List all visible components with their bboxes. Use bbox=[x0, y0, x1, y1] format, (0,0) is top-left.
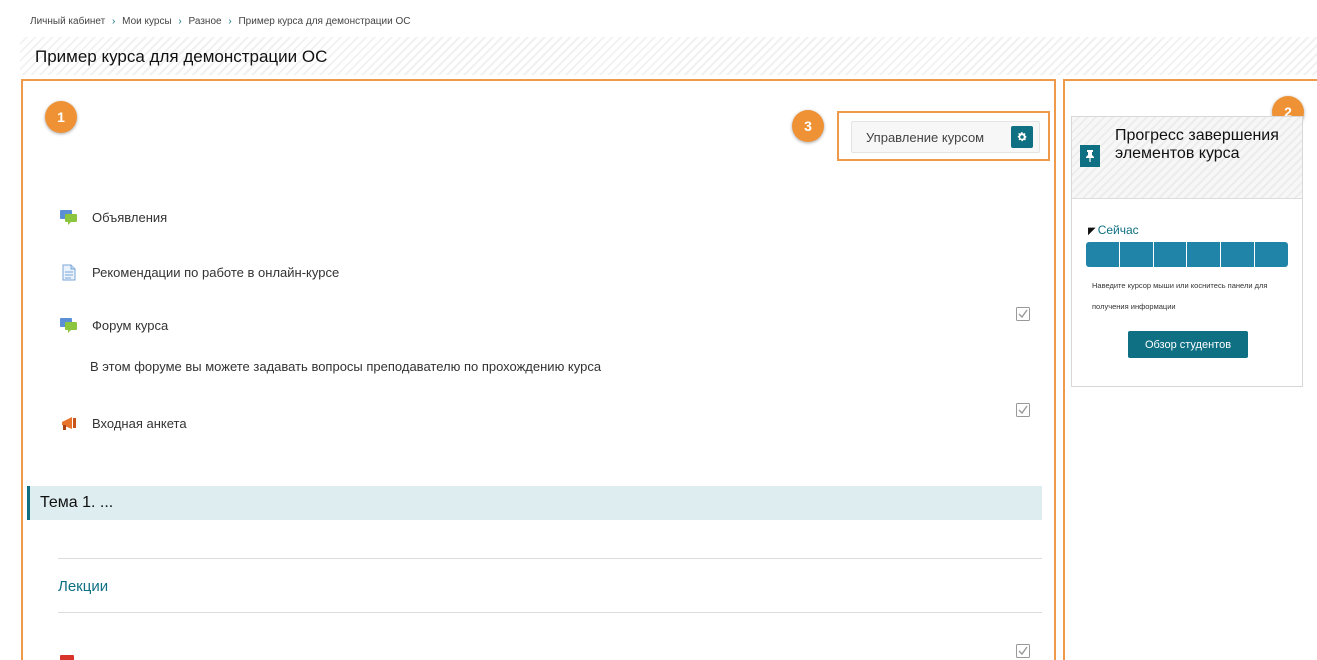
progress-segment[interactable] bbox=[1153, 242, 1188, 267]
section-heading[interactable]: Тема 1. ... bbox=[27, 486, 1042, 520]
completion-checkbox-icon[interactable] bbox=[1016, 307, 1030, 321]
completion-checkbox-icon[interactable] bbox=[1016, 644, 1030, 658]
breadcrumb: Личный кабинет › Мои курсы › Разное › Пр… bbox=[30, 16, 410, 27]
activity-label: Объявления bbox=[92, 209, 168, 225]
completion-progress-block: Прогресс завершения элементов курса ◤ Сей… bbox=[1071, 116, 1303, 387]
activity-entry-survey[interactable]: Входная анкета bbox=[60, 414, 187, 432]
activity-course-forum[interactable]: Форум курса bbox=[60, 316, 168, 334]
block-title: Прогресс завершения элементов курса bbox=[1115, 127, 1279, 162]
breadcrumb-separator: › bbox=[228, 16, 232, 27]
block-header: Прогресс завершения элементов курса bbox=[1072, 117, 1302, 199]
progress-segment[interactable] bbox=[1086, 242, 1120, 267]
triangle-marker-icon: ◤ bbox=[1088, 226, 1096, 237]
breadcrumb-my-courses[interactable]: Мои курсы bbox=[122, 16, 172, 27]
now-label: ◤ Сейчас bbox=[1088, 223, 1139, 237]
activity-description: В этом форуме вы можете задавать вопросы… bbox=[90, 359, 602, 374]
gear-icon bbox=[1011, 126, 1033, 148]
activity-announcements[interactable]: Объявления bbox=[60, 208, 167, 226]
subsection-title[interactable]: Лекции bbox=[58, 578, 108, 595]
breadcrumb-dashboard[interactable]: Личный кабинет bbox=[30, 16, 105, 27]
divider bbox=[58, 612, 1042, 613]
breadcrumb-misc[interactable]: Разное bbox=[189, 16, 222, 27]
activity-recommendations[interactable]: Рекомендации по работе в онлайн-курсе bbox=[60, 263, 339, 281]
breadcrumb-separator: › bbox=[178, 16, 182, 27]
breadcrumb-current-course[interactable]: Пример курса для демонстрации ОС bbox=[238, 16, 410, 27]
page-title: Пример курса для демонстрации ОС bbox=[35, 47, 328, 66]
callout-badge-1: 1 bbox=[45, 101, 77, 133]
divider bbox=[58, 558, 1042, 559]
course-admin-button[interactable]: Управление курсом bbox=[851, 121, 1040, 153]
section-title: Тема 1. ... bbox=[40, 494, 114, 511]
progress-segment[interactable] bbox=[1255, 242, 1288, 267]
completion-checkbox-icon[interactable] bbox=[1016, 403, 1030, 417]
progress-segment[interactable] bbox=[1221, 242, 1256, 267]
activity-label: Входная анкета bbox=[92, 415, 187, 431]
forum-icon bbox=[60, 208, 78, 226]
activity-label: Рекомендации по работе в онлайн-курсе bbox=[92, 264, 340, 280]
breadcrumb-separator: › bbox=[112, 16, 116, 27]
forum-icon bbox=[60, 316, 78, 334]
activity-label: Форум курса bbox=[92, 317, 169, 333]
page-icon bbox=[60, 263, 78, 281]
pin-icon[interactable] bbox=[1080, 145, 1100, 167]
progress-hint: Наведите курсор мыши или коснитесь панел… bbox=[1092, 281, 1268, 311]
students-overview-button[interactable]: Обзор студентов bbox=[1128, 331, 1248, 358]
feedback-icon bbox=[60, 414, 78, 432]
progress-bar[interactable] bbox=[1086, 242, 1288, 267]
progress-segment[interactable] bbox=[1119, 242, 1154, 267]
pdf-icon[interactable] bbox=[60, 652, 76, 660]
course-admin-label: Управление курсом bbox=[866, 129, 985, 145]
callout-badge-3: 3 bbox=[792, 110, 824, 142]
progress-segment[interactable] bbox=[1187, 242, 1222, 267]
